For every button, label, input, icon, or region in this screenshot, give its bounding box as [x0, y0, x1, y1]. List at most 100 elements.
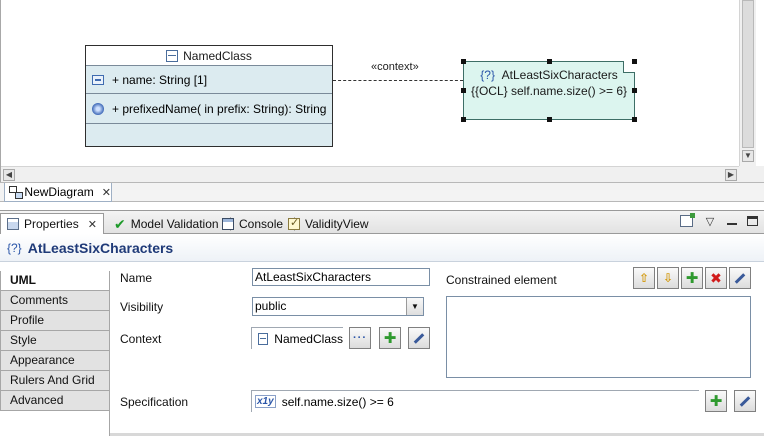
diagram-canvas[interactable]: NamedClass + name: String [1] + prefixed… [0, 0, 764, 182]
constraint-node[interactable]: {?} AtLeastSixCharacters {{OCL} self.nam… [461, 59, 637, 122]
editor-tab-bar: NewDiagram ✕ [0, 182, 764, 202]
tab-model-validation-label: Model Validation [130, 216, 219, 231]
move-up-button[interactable]: ⇧ [633, 267, 655, 289]
resize-handle-nw[interactable] [461, 59, 466, 64]
remove-element-button[interactable]: ✖ [705, 267, 727, 289]
views-tab-bar: Properties ✕ ✔ Model Validation Console … [0, 210, 764, 234]
operation-compartment[interactable]: + prefixedName( in prefix: String): Stri… [86, 94, 332, 124]
view-toolbar: ▽ [680, 213, 758, 228]
console-icon [222, 217, 234, 230]
edit-element-button[interactable] [729, 267, 751, 289]
scroll-corner [739, 166, 764, 182]
constraint-name-text: AtLeastSixCharacters [501, 68, 618, 82]
class-icon [258, 332, 269, 345]
resize-handle-se[interactable] [632, 117, 637, 122]
side-tab-appearance[interactable]: Appearance [0, 351, 110, 371]
context-label: Context [120, 332, 162, 346]
side-tab-divider [109, 271, 110, 436]
attribute-name[interactable]: + name: String [1] [112, 73, 207, 87]
class-header[interactable]: NamedClass [86, 46, 332, 66]
tab-properties-label: Properties [24, 217, 79, 231]
visibility-value: public [255, 299, 287, 313]
resize-handle-s[interactable] [547, 117, 552, 122]
tab-validityview-label: ValidityView [305, 216, 369, 231]
chevron-down-icon[interactable]: ▼ [406, 298, 423, 315]
scroll-thumb[interactable] [742, 0, 754, 148]
scroll-down-icon[interactable]: ▼ [742, 150, 754, 162]
tab-validityview[interactable]: ValidityView [282, 213, 375, 234]
class-icon [166, 49, 179, 62]
pencil-icon [739, 395, 751, 407]
visibility-label: Visibility [120, 300, 164, 314]
scroll-right-icon[interactable]: ▶ [725, 169, 737, 181]
pin-editor-icon[interactable] [680, 213, 695, 227]
delete-icon: ✖ [710, 269, 722, 286]
close-icon[interactable]: ✕ [102, 186, 111, 199]
properties-title-text: AtLeastSixCharacters [27, 239, 174, 256]
resize-handle-w[interactable] [461, 88, 466, 93]
operation-icon [92, 102, 104, 115]
editor-tab-label: NewDiagram [24, 185, 94, 199]
property-icon [92, 74, 104, 85]
side-tab-uml[interactable]: UML [0, 271, 110, 291]
move-down-button[interactable]: ⇩ [657, 267, 679, 289]
resize-handle-e[interactable] [632, 88, 637, 93]
side-tab-rulers-and-grid[interactable]: Rulers And Grid [0, 371, 110, 391]
edit-specification-button[interactable] [734, 390, 756, 412]
plus-icon: ✚ [709, 392, 723, 410]
constraint-icon: {?} [480, 68, 495, 82]
expression-icon: x1y [255, 395, 276, 408]
context-reference: NamedClass [251, 327, 343, 349]
browse-context-button[interactable]: ··· [349, 327, 371, 349]
operation-name[interactable]: + prefixedName( in prefix: String): Stri… [112, 102, 326, 116]
context-link[interactable] [333, 80, 463, 81]
nested-compartment[interactable] [86, 124, 332, 146]
resize-handle-n[interactable] [547, 59, 552, 64]
constrained-element-list[interactable] [446, 296, 751, 378]
ellipsis-icon: ··· [353, 332, 367, 344]
scroll-left-icon[interactable]: ◀ [3, 169, 15, 181]
side-tab-advanced[interactable]: Advanced [0, 391, 110, 411]
specification-field[interactable]: x1y self.name.size() >= 6 [251, 390, 699, 412]
vertical-scrollbar[interactable]: ▼ [739, 0, 756, 166]
constrained-element-label: Constrained element [446, 273, 557, 287]
plus-icon: ✚ [685, 269, 699, 287]
close-icon[interactable]: ✕ [88, 218, 97, 231]
properties-title: {?} AtLeastSixCharacters [0, 234, 764, 262]
properties-icon [7, 218, 19, 230]
side-tab-style[interactable]: Style [0, 331, 110, 351]
tab-console-label: Console [239, 216, 284, 231]
name-label: Name [120, 271, 153, 285]
edit-context-button[interactable] [408, 327, 430, 349]
add-element-button[interactable]: ✚ [681, 267, 703, 289]
constraint-name: {?} AtLeastSixCharacters [464, 68, 634, 82]
constraint-icon: {?} [7, 240, 22, 255]
attribute-compartment[interactable]: + name: String [1] [86, 66, 332, 94]
validity-icon [288, 216, 300, 230]
visibility-select[interactable]: public ▼ [252, 297, 424, 316]
arrow-down-icon: ⇩ [662, 271, 674, 285]
class-name: NamedClass [183, 48, 252, 63]
resize-handle-sw[interactable] [461, 117, 466, 122]
side-tab-comments[interactable]: Comments [0, 291, 110, 311]
context-value: NamedClass [274, 331, 343, 346]
pencil-icon [413, 332, 425, 344]
add-context-button[interactable]: ✚ [379, 327, 401, 349]
editor-tab-newdiagram[interactable]: NewDiagram ✕ [4, 183, 112, 202]
view-menu-icon[interactable]: ▽ [703, 214, 717, 228]
plus-icon: ✚ [383, 329, 397, 347]
specification-value: self.name.size() >= 6 [281, 394, 394, 409]
arrow-up-icon: ⇧ [638, 271, 650, 285]
constraint-spec: {{OCL} self.name.size() >= 6} [470, 84, 628, 98]
horizontal-scrollbar[interactable]: ◀ ▶ [1, 166, 739, 182]
side-tab-profile[interactable]: Profile [0, 311, 110, 331]
resize-handle-ne[interactable] [632, 59, 637, 64]
specification-label: Specification [120, 395, 189, 409]
context-link-label: «context» [371, 61, 419, 73]
uml-class-namedclass[interactable]: NamedClass + name: String [1] + prefixed… [85, 45, 333, 147]
minimize-icon[interactable] [727, 217, 737, 225]
tab-properties[interactable]: Properties ✕ [0, 213, 104, 234]
add-specification-button[interactable]: ✚ [705, 390, 727, 412]
maximize-icon[interactable] [747, 216, 758, 226]
name-field[interactable]: AtLeastSixCharacters [252, 268, 430, 286]
